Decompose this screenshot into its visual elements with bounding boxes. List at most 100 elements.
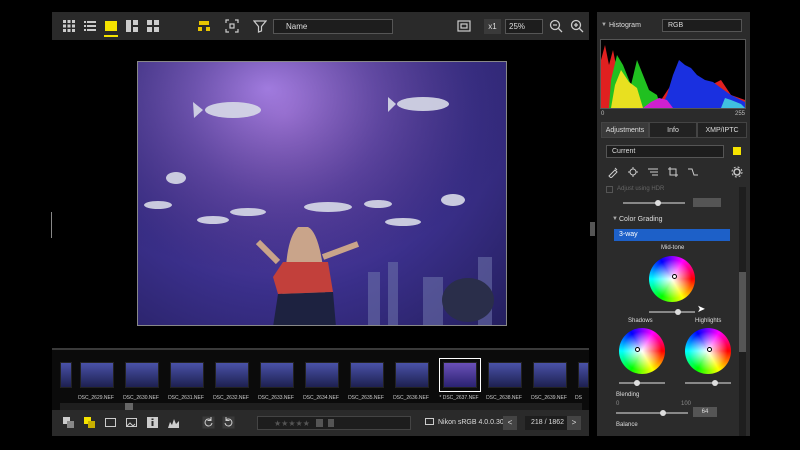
- thumbnail-selected[interactable]: [439, 358, 481, 392]
- top-toolbar: Name x1 25%: [52, 12, 589, 40]
- active-view-indicator: [104, 35, 118, 37]
- fit-screen-icon[interactable]: [225, 19, 239, 33]
- thumbnail[interactable]: [350, 362, 384, 388]
- thumbnail-label: DSC_2638.NEF: [486, 395, 522, 401]
- grading-mode-dropdown[interactable]: 3-way: [614, 229, 730, 241]
- previous-image-button[interactable]: <: [503, 416, 517, 430]
- zoom-value: 25%: [509, 22, 526, 31]
- top-slider-knob[interactable]: [655, 200, 661, 206]
- thumbnail[interactable]: [533, 362, 567, 388]
- filmstrip-scroll-thumb[interactable]: [125, 403, 133, 410]
- highlights-wheel-handle[interactable]: [707, 347, 712, 352]
- list-view-icon[interactable]: [83, 19, 97, 33]
- blending-max-label: 100: [681, 401, 692, 407]
- rating-label-bar[interactable]: ★★★★★: [257, 416, 411, 430]
- thumbnail[interactable]: [80, 362, 114, 388]
- frame-icon[interactable]: [104, 416, 117, 429]
- zoom-fit-icon[interactable]: [457, 19, 471, 33]
- zoom-in-icon[interactable]: [570, 19, 584, 33]
- midtone-slider-knob[interactable]: [675, 309, 681, 315]
- label-stack-icon[interactable]: [83, 416, 96, 429]
- midtone-color-wheel[interactable]: [649, 256, 695, 302]
- blending-value-input[interactable]: 64: [693, 407, 717, 417]
- thumbnail[interactable]: [395, 362, 429, 388]
- thumbnail[interactable]: [170, 362, 204, 388]
- label-sort-icon[interactable]: [197, 19, 211, 33]
- layers-icon[interactable]: [647, 166, 659, 178]
- next-image-glyph: >: [571, 418, 577, 427]
- thumbnail-label: DS: [575, 395, 582, 401]
- tab-xmp-iptc[interactable]: XMP/IPTC: [697, 122, 747, 138]
- thumbnail[interactable]: [260, 362, 294, 388]
- rotate-right-icon[interactable]: [222, 416, 235, 429]
- multi-view-icon[interactable]: [146, 19, 160, 33]
- color-control-point-icon[interactable]: [627, 166, 639, 178]
- zoom-multiplier-button[interactable]: x1: [484, 19, 501, 34]
- crop-icon[interactable]: [667, 166, 679, 178]
- tab-xmp-iptc-label: XMP/IPTC: [705, 127, 739, 134]
- image-counter-value: 218 / 1862: [530, 419, 565, 426]
- grid-view-icon[interactable]: [62, 19, 76, 33]
- monitor-icon: [425, 418, 434, 425]
- apply-checkbox[interactable]: [733, 147, 741, 155]
- blending-slider-knob[interactable]: [660, 410, 666, 416]
- panel-scroll-thumb[interactable]: [739, 272, 746, 352]
- compare-view-icon[interactable]: [125, 19, 139, 33]
- hdr-checkbox[interactable]: [606, 186, 613, 193]
- shadows-color-wheel[interactable]: [619, 328, 665, 374]
- tab-info[interactable]: Info: [649, 122, 697, 138]
- right-panel: ▼ Histogram RGB 0 255 Adjustments Info X…: [597, 12, 750, 436]
- zoom-out-icon[interactable]: [549, 19, 563, 33]
- mouse-cursor-icon: ➤: [697, 304, 706, 315]
- image-icon[interactable]: [125, 416, 138, 429]
- sort-dropdown[interactable]: Name: [273, 19, 393, 34]
- highlights-label: Highlights: [695, 318, 722, 324]
- filter-icon[interactable]: [253, 19, 267, 33]
- straighten-icon[interactable]: [687, 166, 699, 178]
- histogram-toggle-icon[interactable]: [167, 416, 180, 429]
- next-image-button[interactable]: >: [567, 416, 581, 430]
- blending-slider[interactable]: [616, 412, 688, 414]
- shadows-luminance-slider[interactable]: [619, 382, 665, 384]
- highlights-luminance-slider[interactable]: [685, 382, 731, 384]
- thumbnail-label: DSC_2630.NEF: [123, 395, 159, 401]
- blending-value: 64: [701, 409, 709, 415]
- collapse-chevron-icon[interactable]: ▼: [601, 22, 607, 28]
- thumbnail[interactable]: [578, 362, 589, 388]
- zoom-dropdown[interactable]: 25%: [505, 19, 543, 34]
- thumbnail-label: DSC_2635.NEF: [348, 395, 384, 401]
- shadows-slider-knob[interactable]: [634, 380, 640, 386]
- stack-icon[interactable]: [62, 416, 75, 429]
- midtone-label: Mid-tone: [661, 245, 685, 251]
- thumbnail[interactable]: [215, 362, 249, 388]
- shadows-wheel-handle[interactable]: [635, 347, 640, 352]
- top-slider-value-box[interactable]: [693, 198, 721, 207]
- highlights-slider-knob[interactable]: [712, 380, 718, 386]
- single-image-view-icon[interactable]: [104, 19, 118, 37]
- thumbnail[interactable]: [305, 362, 339, 388]
- rotate-left-icon[interactable]: [202, 416, 215, 429]
- grading-mode-value: 3-way: [619, 231, 638, 238]
- tab-adjustments[interactable]: Adjustments: [601, 122, 649, 138]
- midtone-luminance-slider[interactable]: [649, 311, 695, 313]
- retouch-brush-icon[interactable]: [607, 166, 619, 178]
- shadows-label: Shadows: [628, 318, 653, 324]
- channel-dropdown[interactable]: RGB: [662, 19, 742, 32]
- thumbnail[interactable]: [60, 362, 72, 388]
- image-counter: 218 / 1862: [525, 416, 570, 430]
- thumbnail[interactable]: [125, 362, 159, 388]
- previous-image-glyph: <: [507, 418, 513, 427]
- right-panel-handle[interactable]: [590, 222, 595, 236]
- midtone-wheel-handle[interactable]: [672, 274, 677, 279]
- tab-adjustments-label: Adjustments: [605, 127, 645, 134]
- filmstrip-scrollbar[interactable]: [60, 403, 582, 410]
- thumbnail-label: * DSC_2637.NEF: [439, 395, 479, 401]
- preset-dropdown[interactable]: Current: [606, 145, 724, 158]
- info-icon[interactable]: [146, 416, 159, 429]
- thumbnail[interactable]: [488, 362, 522, 388]
- settings-gear-icon[interactable]: [731, 166, 743, 178]
- main-photo[interactable]: [137, 61, 507, 326]
- section-collapse-icon[interactable]: ▼: [612, 216, 618, 222]
- top-slider-track[interactable]: [623, 202, 685, 204]
- preset-value: Current: [612, 148, 636, 155]
